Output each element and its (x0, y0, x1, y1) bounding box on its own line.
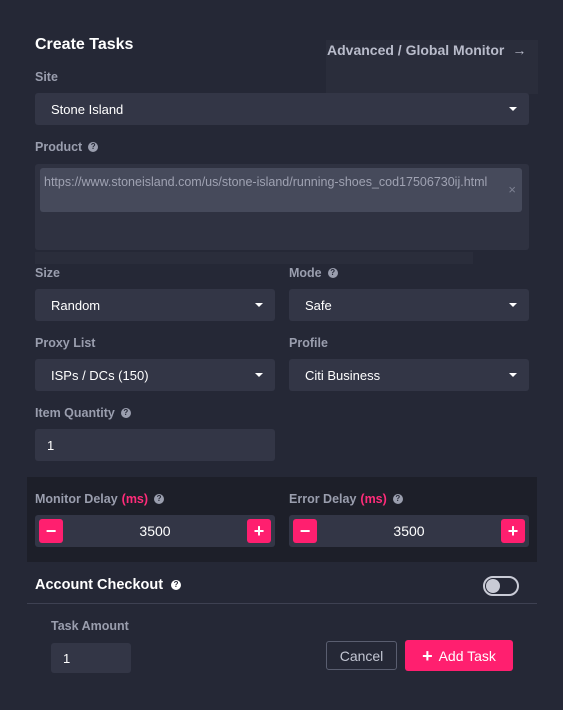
chevron-down-icon (509, 373, 517, 377)
account-checkout-label: Account Checkout ? (35, 577, 182, 593)
product-url-text: https://www.stoneisland.com/us/stone-isl… (44, 175, 488, 189)
monitor-delay-stepper[interactable]: 3500 − + (35, 515, 275, 547)
monitor-delay-value[interactable]: 3500 (35, 515, 275, 547)
size-select[interactable]: Random (35, 289, 275, 321)
size-label: Size (35, 266, 60, 280)
error-delay-value[interactable]: 3500 (289, 515, 529, 547)
size-label-text: Size (35, 266, 61, 280)
site-label: Site (35, 70, 58, 84)
item-quantity-input[interactable]: 1 (35, 429, 275, 461)
help-icon[interactable]: ? (154, 494, 165, 504)
size-select-value: Random (51, 297, 101, 313)
help-icon[interactable]: ? (120, 408, 131, 418)
account-checkout-toggle[interactable] (483, 576, 519, 596)
site-select[interactable]: Stone Island (35, 93, 529, 125)
task-amount-input[interactable]: 1 (51, 643, 131, 673)
error-delay-label: Error Delay (ms) ? (289, 492, 403, 506)
product-label-text: Product (35, 140, 83, 154)
chevron-down-icon (509, 107, 517, 111)
minus-icon[interactable]: − (293, 519, 317, 543)
item-quantity-label: Item Quantity ? (35, 406, 131, 420)
account-checkout-label-text: Account Checkout (35, 577, 164, 593)
help-icon[interactable]: ? (171, 580, 182, 590)
error-delay-label-text: Error Delay (289, 492, 357, 506)
mode-label-text: Mode (289, 266, 322, 280)
backdrop-shade (35, 252, 473, 264)
monitor-delay-label: Monitor Delay (ms) ? (35, 492, 165, 506)
help-icon[interactable]: ? (392, 494, 403, 504)
profile-label: Profile (289, 336, 328, 350)
plus-icon[interactable]: + (501, 519, 525, 543)
proxy-list-label: Proxy List (35, 336, 95, 350)
modal-title: Create Tasks (35, 36, 134, 53)
chevron-down-icon (255, 373, 263, 377)
add-task-label: Add Task (438, 647, 496, 664)
profile-select-value: Citi Business (305, 367, 381, 383)
help-icon[interactable]: ? (327, 268, 338, 278)
profile-select[interactable]: Citi Business (289, 359, 529, 391)
product-url-tag: https://www.stoneisland.com/us/stone-isl… (40, 168, 522, 212)
task-amount-value: 1 (63, 650, 71, 666)
error-delay-unit: (ms) (360, 492, 387, 506)
close-icon[interactable]: × (508, 180, 516, 199)
proxy-list-select[interactable]: ISPs / DCs (150) (35, 359, 275, 391)
mode-select[interactable]: Safe (289, 289, 529, 321)
cancel-button[interactable]: Cancel (326, 641, 397, 670)
proxy-list-label-text: Proxy List (35, 336, 96, 350)
error-delay-stepper[interactable]: 3500 − + (289, 515, 529, 547)
monitor-delay-label-text: Monitor Delay (35, 492, 118, 506)
profile-label-text: Profile (289, 336, 328, 350)
create-tasks-modal: Create Tasks Advanced / Global Monitor →… (0, 0, 563, 710)
arrow-right-icon: → (512, 42, 527, 58)
item-quantity-label-text: Item Quantity (35, 406, 115, 420)
mode-select-value: Safe (305, 297, 332, 313)
product-label: Product ? (35, 140, 99, 154)
plus-icon[interactable]: + (247, 519, 271, 543)
monitor-delay-unit: (ms) (121, 492, 149, 506)
help-icon[interactable]: ? (88, 142, 99, 152)
advanced-link-label: Advanced / Global Monitor (327, 42, 505, 58)
site-select-value: Stone Island (51, 101, 124, 117)
chevron-down-icon (255, 303, 263, 307)
proxy-list-select-value: ISPs / DCs (150) (51, 367, 149, 383)
minus-icon[interactable]: − (39, 519, 63, 543)
plus-icon: + (422, 645, 433, 666)
mode-label: Mode ? (289, 266, 338, 280)
divider (27, 603, 537, 604)
site-label-text: Site (35, 70, 58, 84)
toggle-knob (486, 579, 500, 593)
chevron-down-icon (509, 303, 517, 307)
task-amount-label: Task Amount (51, 619, 129, 633)
item-quantity-value: 1 (47, 437, 55, 453)
add-task-button[interactable]: + Add Task (405, 640, 513, 671)
advanced-global-monitor-link[interactable]: Advanced / Global Monitor → (326, 40, 538, 94)
